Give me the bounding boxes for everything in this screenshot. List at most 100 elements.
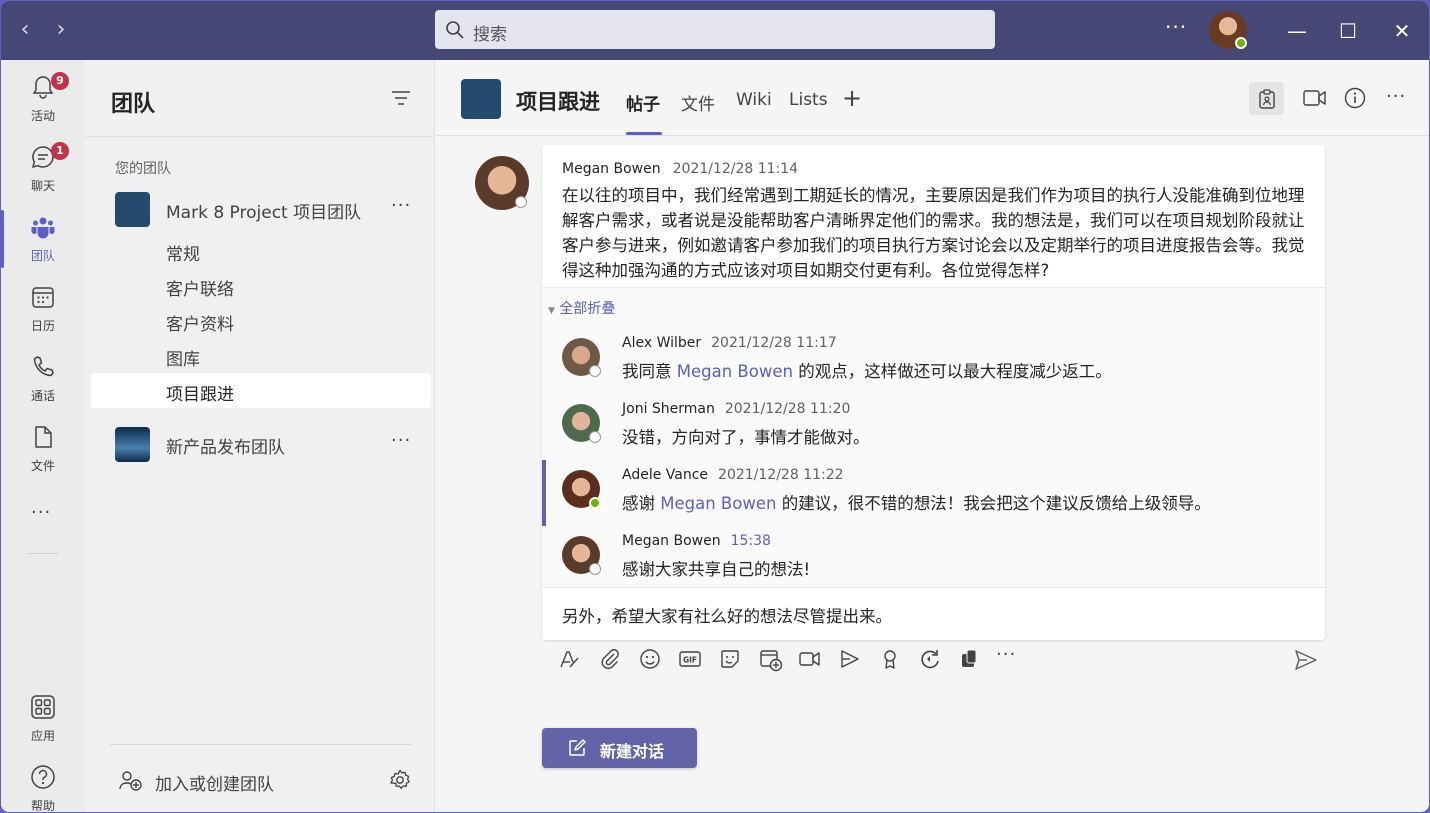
user-avatar[interactable] xyxy=(1209,11,1247,49)
gif-icon[interactable]: GIF xyxy=(679,648,701,670)
reply-author[interactable]: Adele Vance xyxy=(622,467,708,483)
panel-divider xyxy=(85,136,435,137)
svg-text:GIF: GIF xyxy=(683,656,697,665)
video-call-icon[interactable] xyxy=(1303,87,1327,109)
teams-window: ‹ › 搜索 ··· — ☐ ✕ 9 活动 1 聊天 团队 日历 通话 文件 ·… xyxy=(1,1,1429,812)
more-apps-icon[interactable]: ··· xyxy=(31,502,51,523)
team-item-mark8[interactable]: Mark 8 Project 项目团队 ··· xyxy=(91,191,431,227)
reply-text: 我同意 Megan Bowen 的观点，这样做还可以最大程度减少返工。 xyxy=(622,358,1112,382)
avatar[interactable] xyxy=(562,338,601,377)
format-icon[interactable] xyxy=(558,648,580,670)
search-placeholder: 搜索 xyxy=(473,25,507,45)
activity-badge: 9 xyxy=(51,72,69,90)
meeting-notes-button[interactable] xyxy=(1249,82,1284,115)
rail-item-apps[interactable]: 应用 xyxy=(1,686,85,752)
gear-icon[interactable] xyxy=(389,769,411,791)
channel-item-active[interactable]: 项目跟进 xyxy=(91,373,431,408)
active-tab-indicator xyxy=(626,132,662,135)
praise-icon[interactable] xyxy=(879,648,901,670)
rail-item-files[interactable]: 文件 xyxy=(1,416,85,482)
presence-offline-icon xyxy=(589,563,601,575)
rail-item-calendar[interactable]: 日历 xyxy=(1,276,85,342)
minimize-button[interactable]: — xyxy=(1282,16,1312,46)
tab-files[interactable]: 文件 xyxy=(681,90,715,115)
add-people-icon xyxy=(119,771,142,791)
avatar[interactable] xyxy=(562,404,601,443)
rail-item-activity[interactable]: 9 活动 xyxy=(1,66,85,132)
reply-text: 没错，方向对了，事情才能做对。 xyxy=(622,424,870,448)
sticker-icon[interactable] xyxy=(719,648,741,670)
join-label: 加入或创建团队 xyxy=(155,775,274,795)
reply-item-highlighted[interactable]: Adele Vance 2021/12/28 11:22 感谢 Megan Bow… xyxy=(542,460,1325,526)
new-conversation-button[interactable]: 新建对话 xyxy=(542,728,697,768)
channel-label: 项目跟进 xyxy=(166,385,234,405)
info-icon[interactable] xyxy=(1344,87,1366,109)
reply-text: 感谢 Megan Bowen 的建议，很不错的想法！我会把这个建议反馈给上级领导… xyxy=(622,490,1211,514)
post-author[interactable]: Megan Bowen xyxy=(562,161,661,177)
replies-thread: ▼ 全部折叠 Alex Wilber 2021/12/28 11:17 我同意 M… xyxy=(542,287,1325,587)
mention[interactable]: Megan Bowen xyxy=(677,362,793,381)
collapse-all-button[interactable]: ▼ 全部折叠 xyxy=(548,298,615,318)
reply-item[interactable]: Megan Bowen 15:38 感谢大家共享自己的想法! xyxy=(542,526,1325,592)
team-more-icon[interactable]: ··· xyxy=(391,430,411,451)
rail-item-calls[interactable]: 通话 xyxy=(1,346,85,412)
rail-item-help[interactable]: 帮助 xyxy=(1,756,85,812)
rail-label: 日历 xyxy=(30,319,55,333)
rail-label: 通话 xyxy=(30,389,55,403)
search-input[interactable]: 搜索 xyxy=(435,10,995,49)
team-logo xyxy=(115,427,150,462)
reply-item[interactable]: Joni Sherman 2021/12/28 11:20 没错，方向对了，事情才… xyxy=(542,394,1325,460)
post-meta: Megan Bowen 2021/12/28 11:14 xyxy=(562,161,798,177)
approvals-icon[interactable] xyxy=(959,648,981,670)
title-bar: ‹ › 搜索 ··· — ☐ ✕ xyxy=(1,1,1429,60)
reply-compose-box[interactable]: 另外，希望大家有社么好的想法尽管提出来。 xyxy=(542,587,1325,640)
reply-item[interactable]: Alex Wilber 2021/12/28 11:17 我同意 Megan Bo… xyxy=(542,328,1325,394)
emoji-icon[interactable] xyxy=(639,648,661,670)
schedule-meeting-icon[interactable] xyxy=(759,648,783,672)
rail-item-teams[interactable]: 团队 xyxy=(1,206,85,272)
join-create-team-button[interactable]: 加入或创建团队 xyxy=(119,767,419,797)
rail-item-chat[interactable]: 1 聊天 xyxy=(1,136,85,202)
filter-icon[interactable] xyxy=(391,90,411,106)
loop-icon[interactable] xyxy=(919,648,941,670)
meet-now-icon[interactable] xyxy=(799,648,821,670)
presence-available-icon xyxy=(1235,37,1247,49)
team-more-icon[interactable]: ··· xyxy=(391,195,411,216)
rail-label: 帮助 xyxy=(30,799,55,812)
forward-arrow-icon[interactable]: › xyxy=(49,18,73,42)
channel-item[interactable]: 常规 xyxy=(91,233,431,268)
rail-label: 团队 xyxy=(30,249,55,263)
mention[interactable]: Megan Bowen xyxy=(660,494,776,513)
channel-item[interactable]: 图库 xyxy=(91,338,431,373)
channel-more-icon[interactable]: ··· xyxy=(1386,86,1406,107)
tab-lists[interactable]: Lists xyxy=(789,90,828,110)
reply-author[interactable]: Megan Bowen xyxy=(622,533,721,549)
channel-item[interactable]: 客户联络 xyxy=(91,268,431,303)
team-item-new-product[interactable]: 新产品发布团队 ··· xyxy=(91,426,431,462)
tab-wiki[interactable]: Wiki xyxy=(736,90,772,110)
team-name: Mark 8 Project 项目团队 xyxy=(166,203,362,223)
tab-posts[interactable]: 帖子 xyxy=(626,90,660,115)
avatar[interactable] xyxy=(562,470,601,509)
close-button[interactable]: ✕ xyxy=(1387,16,1417,46)
more-options-icon[interactable]: ··· xyxy=(1165,15,1187,39)
stream-icon[interactable] xyxy=(839,648,861,670)
reply-author[interactable]: Alex Wilber xyxy=(622,335,701,351)
avatar[interactable] xyxy=(562,536,601,575)
help-icon xyxy=(31,765,55,789)
avatar[interactable] xyxy=(475,156,529,210)
reply-time: 2021/12/28 11:20 xyxy=(724,401,851,417)
footer-divider xyxy=(110,744,411,745)
channel-header: 项目跟进 帖子 文件 Wiki Lists + ··· xyxy=(436,60,1429,136)
reply-author[interactable]: Joni Sherman xyxy=(622,401,715,417)
more-compose-icon[interactable]: ··· xyxy=(996,644,1016,665)
maximize-button[interactable]: ☐ xyxy=(1333,16,1363,46)
back-arrow-icon[interactable]: ‹ xyxy=(13,18,37,42)
add-tab-icon[interactable]: + xyxy=(842,84,862,112)
collapse-label: 全部折叠 xyxy=(559,301,616,317)
channel-item[interactable]: 客户资料 xyxy=(91,303,431,338)
send-icon[interactable] xyxy=(1294,648,1318,672)
attach-icon[interactable] xyxy=(599,648,621,670)
post-body: 在以往的项目中，我们经常遇到工期延长的情况，主要原因是我们作为项目的执行人没能准… xyxy=(562,186,1305,280)
channel-main: 项目跟进 帖子 文件 Wiki Lists + ··· Megan Bowen 2… xyxy=(436,60,1429,812)
